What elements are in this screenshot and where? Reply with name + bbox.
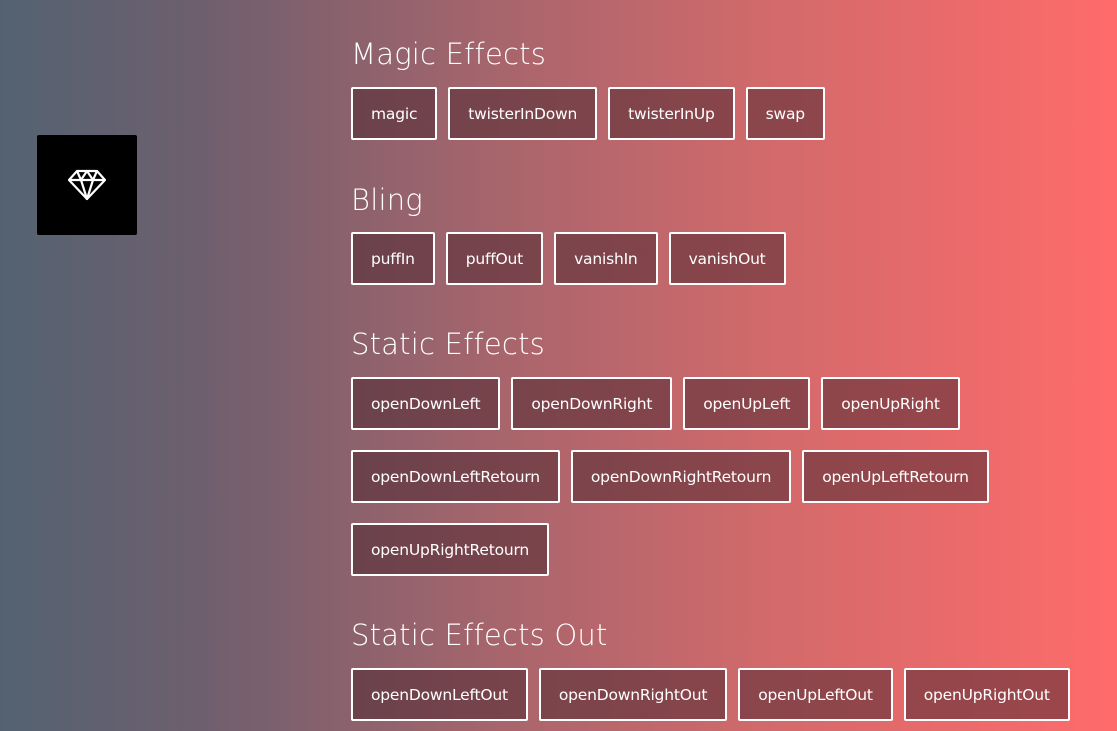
effect-button-puffin[interactable]: puffIn [351, 232, 435, 285]
effect-button-openupleftretourn[interactable]: openUpLeftRetourn [802, 450, 989, 503]
effect-button-openupleft[interactable]: openUpLeft [683, 377, 811, 430]
effect-button-openupright[interactable]: openUpRight [821, 377, 960, 430]
button-row: puffIn puffOut vanishIn vanishOut [351, 232, 786, 285]
diamond-icon [67, 169, 107, 201]
effect-button-twisterindown[interactable]: twisterInDown [448, 87, 598, 140]
preview-box [37, 135, 137, 235]
button-row: openDownLeftRetourn openDownRightRetourn… [351, 450, 989, 503]
button-row: magic twisterInDown twisterInUp swap [351, 87, 825, 140]
section-title-static-effects: Static Effects [351, 327, 545, 361]
effect-button-magic[interactable]: magic [351, 87, 438, 140]
effect-button-twisterinup[interactable]: twisterInUp [608, 87, 735, 140]
effect-button-swap[interactable]: swap [745, 87, 825, 140]
effect-button-vanishin[interactable]: vanishIn [554, 232, 658, 285]
section-title-bling: Bling [351, 183, 423, 217]
effect-button-vanishout[interactable]: vanishOut [668, 232, 786, 285]
button-row: openUpRightRetourn [351, 523, 549, 576]
button-row: openDownLeftOut openDownRightOut openUpL… [351, 668, 1070, 721]
button-row: openDownLeft openDownRight openUpLeft op… [351, 377, 960, 430]
effect-button-openupleftout[interactable]: openUpLeftOut [738, 668, 893, 721]
effect-button-opendownleft[interactable]: openDownLeft [351, 377, 501, 430]
effect-button-opendownleftretourn[interactable]: openDownLeftRetourn [351, 450, 560, 503]
section-title-static-effects-out: Static Effects Out [351, 618, 608, 652]
effect-button-opendownleftout[interactable]: openDownLeftOut [351, 668, 528, 721]
effect-button-openuprightretourn[interactable]: openUpRightRetourn [351, 523, 549, 576]
effect-button-puffout[interactable]: puffOut [445, 232, 544, 285]
effect-button-opendownright[interactable]: openDownRight [511, 377, 673, 430]
effect-button-opendownrightout[interactable]: openDownRightOut [538, 668, 728, 721]
section-title-magic-effects: Magic Effects [351, 37, 547, 71]
effect-button-opendownrightretourn[interactable]: openDownRightRetourn [570, 450, 792, 503]
effect-button-openuprightout[interactable]: openUpRightOut [903, 668, 1070, 721]
